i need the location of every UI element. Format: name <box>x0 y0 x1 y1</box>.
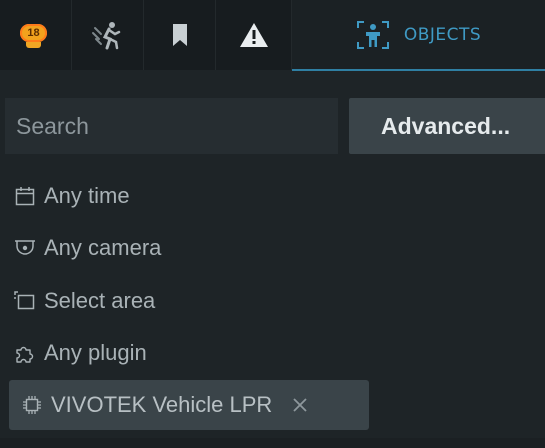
advanced-button[interactable]: Advanced... <box>349 98 545 154</box>
close-icon[interactable] <box>288 393 312 417</box>
selected-plugin-chip[interactable]: VIVOTEK Vehicle LPR <box>9 380 369 430</box>
area-select-icon <box>14 290 36 312</box>
filter-plugin-label: Any plugin <box>44 340 147 365</box>
calendar-icon <box>14 185 36 207</box>
object-detection-icon <box>356 20 390 50</box>
filter-area-label: Select area <box>44 288 156 313</box>
right-panel-tabbar: 18 OBJECTS <box>0 0 545 71</box>
filter-area[interactable]: Select area <box>14 284 155 318</box>
filter-camera[interactable]: Any camera <box>14 231 161 265</box>
filter-camera-label: Any camera <box>44 235 162 260</box>
dome-camera-icon <box>14 237 36 259</box>
warning-icon <box>239 22 269 48</box>
selected-plugin-label: VIVOTEK Vehicle LPR <box>51 392 273 417</box>
puzzle-icon <box>14 342 36 364</box>
filter-plugin[interactable]: Any plugin <box>14 336 147 370</box>
notification-bell-icon: 18 <box>0 0 72 70</box>
tab-objects-label: OBJECTS <box>403 25 482 45</box>
tab-motion-search[interactable] <box>72 0 144 70</box>
motion-person-icon <box>91 20 125 50</box>
tab-notifications[interactable]: 18 <box>0 0 72 70</box>
notification-count-badge: 18 <box>20 24 47 42</box>
filter-time-label: Any time <box>44 183 130 208</box>
objects-search-panel: 18 OBJECTS Search Advanced... Any time A… <box>0 0 545 448</box>
tab-events[interactable] <box>216 0 292 70</box>
tab-objects[interactable]: OBJECTS <box>292 0 545 71</box>
active-tab-indicator <box>292 69 545 71</box>
panel-bottom-edge <box>0 438 545 448</box>
bookmark-icon <box>170 22 190 48</box>
search-input[interactable] <box>5 98 338 154</box>
filter-time[interactable]: Any time <box>14 179 130 213</box>
chip-icon <box>21 394 43 416</box>
tab-bookmarks[interactable] <box>144 0 216 70</box>
